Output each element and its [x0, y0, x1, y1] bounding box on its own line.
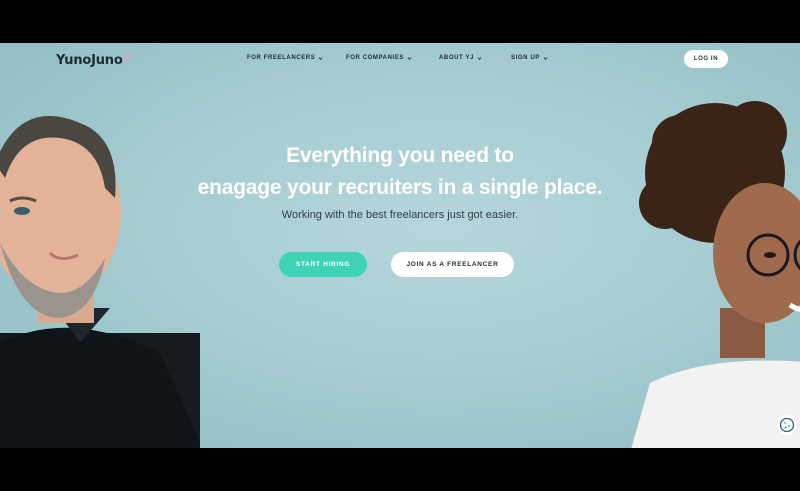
cookie-glyph-icon [779, 417, 795, 433]
top-nav: YunoJuno FOR FREELANCERS FOR COMPANIES A… [0, 43, 800, 77]
logo-mark-icon [123, 53, 131, 61]
join-as-freelancer-button[interactable]: JOIN AS A FREELANCER [391, 252, 514, 277]
hero-section: YunoJuno FOR FREELANCERS FOR COMPANIES A… [0, 43, 800, 448]
nav-label: ABOUT YJ [439, 55, 475, 61]
cookie-icon[interactable] [777, 415, 797, 435]
chevron-down-icon [407, 56, 412, 60]
nav-for-freelancers[interactable]: FOR FREELANCERS [247, 55, 323, 61]
nav-for-companies[interactable]: FOR COMPANIES [346, 55, 412, 61]
start-hiring-button[interactable]: START HIRING [279, 252, 367, 277]
nav-label: FOR FREELANCERS [247, 55, 316, 61]
hero-headline: Everything you need to enagage your recr… [150, 140, 650, 204]
nav-about-yj[interactable]: ABOUT YJ [439, 55, 482, 61]
headline-line-1: Everything you need to [286, 144, 514, 167]
chevron-down-icon [477, 56, 482, 60]
hero-subtitle: Working with the best freelancers just g… [281, 209, 519, 221]
nav-label: FOR COMPANIES [346, 55, 405, 61]
headline-line-2: enagage your recruiters in a single plac… [197, 176, 603, 199]
logo[interactable]: YunoJuno [56, 53, 123, 68]
nav-label: SIGN UP [511, 55, 540, 61]
letterbox-top [0, 0, 800, 43]
hero-person-right [631, 101, 800, 448]
chevron-down-icon [319, 56, 323, 60]
letterbox-bottom [0, 448, 800, 491]
chevron-down-icon [543, 56, 548, 60]
nav-sign-up[interactable]: SIGN UP [511, 55, 548, 61]
login-button[interactable]: LOG IN [684, 50, 728, 68]
